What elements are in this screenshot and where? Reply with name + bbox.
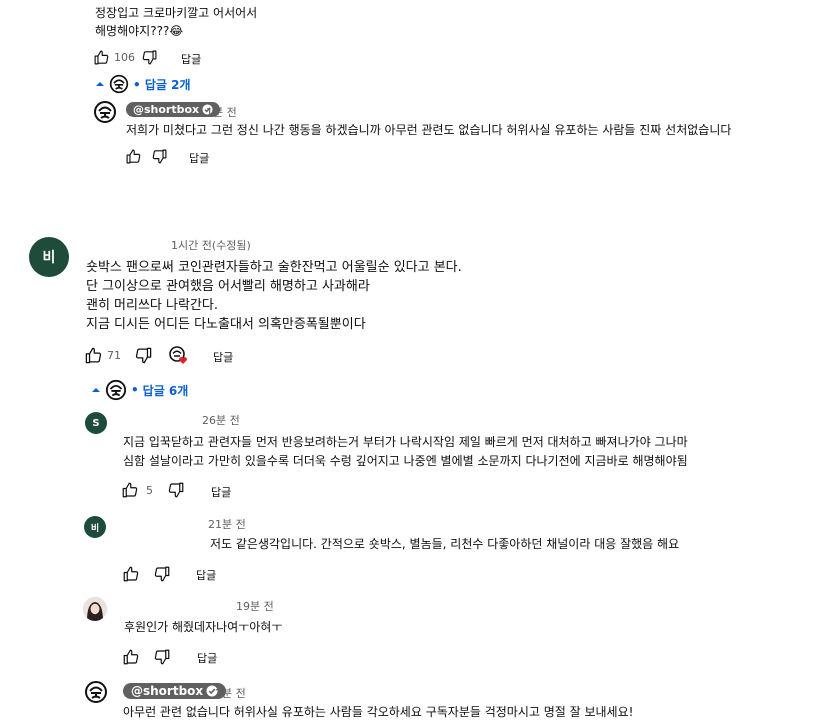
replies-toggle[interactable]: • 답글 6개 — [91, 379, 188, 401]
like-icon[interactable] — [121, 481, 139, 499]
comment-text-line: 지금 디시든 어디든 다노출대서 의혹만증폭될뿐이다 — [86, 317, 366, 332]
avatar-letter: 비 — [90, 523, 100, 534]
comment-text-line: 괜히 머리쓰다 나락간다. — [86, 298, 218, 313]
bullet-dot: • — [131, 383, 139, 397]
avatar[interactable]: 비 — [84, 516, 106, 538]
author-name: @shortbox — [133, 103, 200, 116]
comment-text-line: 정장입고 크로마키깔고 어서어서 — [95, 6, 258, 20]
reply-button[interactable]: 답글 — [197, 650, 217, 666]
timestamp[interactable]: 26분 전 — [202, 412, 240, 428]
avatar[interactable] — [83, 597, 107, 621]
replies-toggle[interactable]: • 답글 2개 — [95, 74, 191, 94]
timestamp[interactable]: 2분 전 — [215, 685, 246, 701]
dislike-icon[interactable] — [167, 481, 185, 499]
comment-text-line: 단 그이상으로 관여했음 어서빨리 해명하고 사과해라 — [86, 279, 370, 294]
comment-text: 아무런 관련 없습니다 허위사실 유포하는 사람들 각오하세요 구독자분들 걱정… — [123, 705, 634, 719]
dislike-icon[interactable] — [151, 148, 168, 165]
like-icon[interactable] — [93, 49, 110, 66]
comment-text: 저도 같은생각입니다. 간적으로 숏박스, 별놈들, 리천수 다좋아하던 채널이… — [210, 537, 680, 551]
channel-avatar-small — [109, 74, 129, 94]
replies-count: • 답글 2개 — [133, 77, 191, 92]
like-count: 106 — [114, 51, 135, 64]
comment-text-line: 지금 입꾹닫하고 관련자들 먼저 반응보려하는거 부터가 나락시작임 제일 빠르… — [123, 435, 688, 449]
replies-count: 답글 6개 — [142, 383, 189, 398]
avatar-letter: 비 — [42, 250, 56, 266]
profile-photo-icon — [83, 597, 107, 621]
like-icon[interactable] — [122, 648, 140, 666]
reply-button[interactable]: 답글 — [211, 484, 231, 500]
comment-text-line: 심함 설날이라고 가만히 있을수록 더더욱 수렁 깊어지고 나중엔 별에별 소문… — [123, 454, 688, 468]
timestamp[interactable]: 19분 전 — [236, 598, 274, 614]
avatar[interactable] — [84, 680, 108, 704]
like-count: 71 — [107, 349, 121, 362]
dislike-icon[interactable] — [134, 346, 153, 365]
reply-button[interactable]: 답글 — [189, 150, 209, 166]
reply-button[interactable]: 답글 — [213, 349, 233, 365]
avatar[interactable]: S — [85, 412, 107, 434]
like-count: 5 — [146, 484, 153, 497]
reply-button[interactable]: 답글 — [181, 51, 201, 67]
like-icon[interactable] — [84, 346, 103, 365]
timestamp[interactable]: 1시간 전(수정됨) — [171, 237, 251, 253]
comment-text: 저희가 미쳤다고 그런 정신 나간 행동을 하겠습니까 아무런 관련도 없습니다… — [126, 123, 732, 137]
dislike-icon[interactable] — [141, 49, 158, 66]
avatar[interactable] — [93, 100, 117, 124]
avatar-letter: S — [92, 417, 100, 429]
reply-button[interactable]: 답글 — [196, 567, 216, 583]
timestamp[interactable]: 1분 전 — [206, 104, 237, 120]
caret-up-icon — [91, 385, 101, 395]
author-name: @shortbox — [131, 684, 204, 698]
timestamp[interactable]: 21분 전 — [208, 516, 246, 532]
avatar[interactable]: 비 — [29, 237, 69, 277]
channel-avatar-small — [105, 379, 127, 401]
comment-text: 후원인가 해줬데자나여ㅜ아혀ㅜ — [124, 620, 283, 634]
author-badge[interactable]: @shortbox — [123, 683, 227, 699]
creator-heart-icon — [168, 345, 190, 367]
like-icon[interactable] — [125, 148, 142, 165]
comment-text-line: 숏박스 팬으로써 코인관련자들하고 술한잔먹고 어울릴순 있다고 본다. — [86, 260, 462, 275]
like-icon[interactable] — [122, 565, 140, 583]
dislike-icon[interactable] — [153, 565, 171, 583]
caret-up-icon — [95, 79, 105, 89]
comment-text-line: 해명해야지???😂 — [95, 24, 184, 38]
dislike-icon[interactable] — [153, 648, 171, 666]
